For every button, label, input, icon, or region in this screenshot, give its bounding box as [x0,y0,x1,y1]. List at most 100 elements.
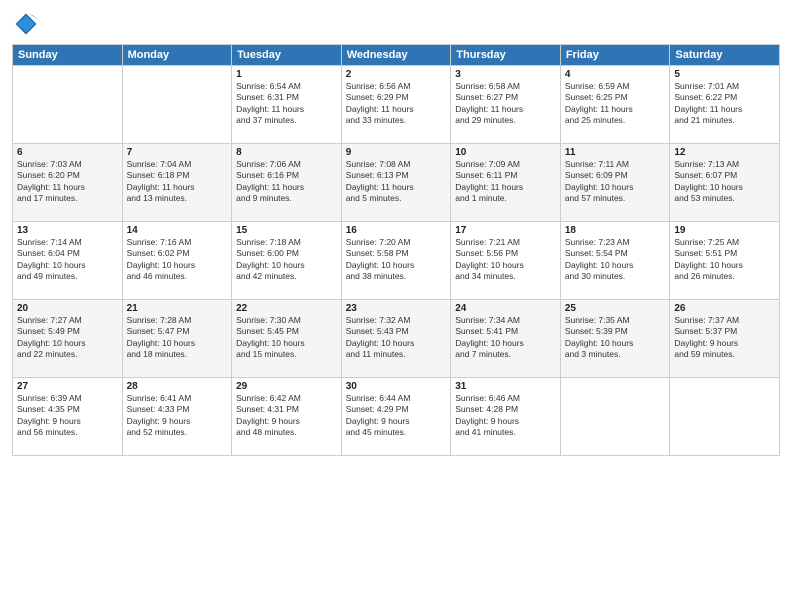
day-info: Sunrise: 7:27 AM Sunset: 5:49 PM Dayligh… [17,315,118,361]
day-info: Sunrise: 7:09 AM Sunset: 6:11 PM Dayligh… [455,159,556,205]
day-number: 11 [565,147,666,158]
day-number: 18 [565,225,666,236]
weekday-header-saturday: Saturday [670,45,780,66]
header [12,10,780,38]
calendar-cell: 19Sunrise: 7:25 AM Sunset: 5:51 PM Dayli… [670,222,780,300]
day-number: 29 [236,381,337,392]
day-number: 23 [346,303,447,314]
weekday-header-tuesday: Tuesday [232,45,342,66]
day-number: 13 [17,225,118,236]
page: SundayMondayTuesdayWednesdayThursdayFrid… [0,0,792,612]
calendar-cell: 18Sunrise: 7:23 AM Sunset: 5:54 PM Dayli… [560,222,670,300]
day-number: 10 [455,147,556,158]
day-info: Sunrise: 6:42 AM Sunset: 4:31 PM Dayligh… [236,393,337,439]
day-number: 21 [127,303,228,314]
day-info: Sunrise: 7:25 AM Sunset: 5:51 PM Dayligh… [674,237,775,283]
calendar-cell: 12Sunrise: 7:13 AM Sunset: 6:07 PM Dayli… [670,144,780,222]
day-number: 4 [565,69,666,80]
day-info: Sunrise: 7:35 AM Sunset: 5:39 PM Dayligh… [565,315,666,361]
calendar-cell: 13Sunrise: 7:14 AM Sunset: 6:04 PM Dayli… [13,222,123,300]
calendar-cell: 5Sunrise: 7:01 AM Sunset: 6:22 PM Daylig… [670,66,780,144]
calendar-cell [13,66,123,144]
day-info: Sunrise: 6:44 AM Sunset: 4:29 PM Dayligh… [346,393,447,439]
weekday-header-friday: Friday [560,45,670,66]
day-number: 7 [127,147,228,158]
day-info: Sunrise: 6:59 AM Sunset: 6:25 PM Dayligh… [565,81,666,127]
day-info: Sunrise: 7:34 AM Sunset: 5:41 PM Dayligh… [455,315,556,361]
calendar-cell: 8Sunrise: 7:06 AM Sunset: 6:16 PM Daylig… [232,144,342,222]
day-info: Sunrise: 7:16 AM Sunset: 6:02 PM Dayligh… [127,237,228,283]
calendar-cell: 17Sunrise: 7:21 AM Sunset: 5:56 PM Dayli… [451,222,561,300]
day-number: 31 [455,381,556,392]
weekday-header-thursday: Thursday [451,45,561,66]
day-number: 9 [346,147,447,158]
calendar-cell: 20Sunrise: 7:27 AM Sunset: 5:49 PM Dayli… [13,300,123,378]
day-number: 22 [236,303,337,314]
calendar-cell: 2Sunrise: 6:56 AM Sunset: 6:29 PM Daylig… [341,66,451,144]
day-number: 3 [455,69,556,80]
day-number: 6 [17,147,118,158]
calendar-cell: 9Sunrise: 7:08 AM Sunset: 6:13 PM Daylig… [341,144,451,222]
day-info: Sunrise: 7:21 AM Sunset: 5:56 PM Dayligh… [455,237,556,283]
calendar-cell: 14Sunrise: 7:16 AM Sunset: 6:02 PM Dayli… [122,222,232,300]
calendar-cell: 3Sunrise: 6:58 AM Sunset: 6:27 PM Daylig… [451,66,561,144]
calendar-cell [122,66,232,144]
day-info: Sunrise: 7:11 AM Sunset: 6:09 PM Dayligh… [565,159,666,205]
week-row-1: 1Sunrise: 6:54 AM Sunset: 6:31 PM Daylig… [13,66,780,144]
day-number: 25 [565,303,666,314]
logo [12,10,44,38]
day-number: 30 [346,381,447,392]
calendar-cell: 4Sunrise: 6:59 AM Sunset: 6:25 PM Daylig… [560,66,670,144]
calendar-cell: 7Sunrise: 7:04 AM Sunset: 6:18 PM Daylig… [122,144,232,222]
day-info: Sunrise: 7:32 AM Sunset: 5:43 PM Dayligh… [346,315,447,361]
day-info: Sunrise: 6:39 AM Sunset: 4:35 PM Dayligh… [17,393,118,439]
calendar-cell: 11Sunrise: 7:11 AM Sunset: 6:09 PM Dayli… [560,144,670,222]
day-number: 19 [674,225,775,236]
calendar-cell: 30Sunrise: 6:44 AM Sunset: 4:29 PM Dayli… [341,378,451,456]
day-info: Sunrise: 6:41 AM Sunset: 4:33 PM Dayligh… [127,393,228,439]
day-number: 5 [674,69,775,80]
calendar-cell: 15Sunrise: 7:18 AM Sunset: 6:00 PM Dayli… [232,222,342,300]
calendar-cell: 28Sunrise: 6:41 AM Sunset: 4:33 PM Dayli… [122,378,232,456]
day-number: 14 [127,225,228,236]
day-info: Sunrise: 7:28 AM Sunset: 5:47 PM Dayligh… [127,315,228,361]
day-info: Sunrise: 7:03 AM Sunset: 6:20 PM Dayligh… [17,159,118,205]
calendar-table: SundayMondayTuesdayWednesdayThursdayFrid… [12,44,780,456]
weekday-header-row: SundayMondayTuesdayWednesdayThursdayFrid… [13,45,780,66]
calendar-cell: 29Sunrise: 6:42 AM Sunset: 4:31 PM Dayli… [232,378,342,456]
calendar-cell: 26Sunrise: 7:37 AM Sunset: 5:37 PM Dayli… [670,300,780,378]
day-number: 2 [346,69,447,80]
weekday-header-wednesday: Wednesday [341,45,451,66]
calendar-cell: 24Sunrise: 7:34 AM Sunset: 5:41 PM Dayli… [451,300,561,378]
day-number: 8 [236,147,337,158]
day-number: 17 [455,225,556,236]
calendar-cell: 6Sunrise: 7:03 AM Sunset: 6:20 PM Daylig… [13,144,123,222]
calendar-cell: 10Sunrise: 7:09 AM Sunset: 6:11 PM Dayli… [451,144,561,222]
calendar-cell: 31Sunrise: 6:46 AM Sunset: 4:28 PM Dayli… [451,378,561,456]
week-row-2: 6Sunrise: 7:03 AM Sunset: 6:20 PM Daylig… [13,144,780,222]
day-info: Sunrise: 7:04 AM Sunset: 6:18 PM Dayligh… [127,159,228,205]
day-info: Sunrise: 7:14 AM Sunset: 6:04 PM Dayligh… [17,237,118,283]
calendar-cell: 27Sunrise: 6:39 AM Sunset: 4:35 PM Dayli… [13,378,123,456]
calendar-cell: 22Sunrise: 7:30 AM Sunset: 5:45 PM Dayli… [232,300,342,378]
day-number: 27 [17,381,118,392]
day-info: Sunrise: 7:01 AM Sunset: 6:22 PM Dayligh… [674,81,775,127]
calendar-cell: 25Sunrise: 7:35 AM Sunset: 5:39 PM Dayli… [560,300,670,378]
calendar-cell: 1Sunrise: 6:54 AM Sunset: 6:31 PM Daylig… [232,66,342,144]
day-number: 24 [455,303,556,314]
day-number: 1 [236,69,337,80]
calendar-cell: 16Sunrise: 7:20 AM Sunset: 5:58 PM Dayli… [341,222,451,300]
calendar-cell: 23Sunrise: 7:32 AM Sunset: 5:43 PM Dayli… [341,300,451,378]
day-info: Sunrise: 7:23 AM Sunset: 5:54 PM Dayligh… [565,237,666,283]
week-row-5: 27Sunrise: 6:39 AM Sunset: 4:35 PM Dayli… [13,378,780,456]
day-info: Sunrise: 6:56 AM Sunset: 6:29 PM Dayligh… [346,81,447,127]
day-info: Sunrise: 7:20 AM Sunset: 5:58 PM Dayligh… [346,237,447,283]
week-row-4: 20Sunrise: 7:27 AM Sunset: 5:49 PM Dayli… [13,300,780,378]
day-info: Sunrise: 7:13 AM Sunset: 6:07 PM Dayligh… [674,159,775,205]
day-number: 12 [674,147,775,158]
calendar-cell: 21Sunrise: 7:28 AM Sunset: 5:47 PM Dayli… [122,300,232,378]
weekday-header-sunday: Sunday [13,45,123,66]
day-number: 15 [236,225,337,236]
day-info: Sunrise: 7:30 AM Sunset: 5:45 PM Dayligh… [236,315,337,361]
day-info: Sunrise: 6:46 AM Sunset: 4:28 PM Dayligh… [455,393,556,439]
